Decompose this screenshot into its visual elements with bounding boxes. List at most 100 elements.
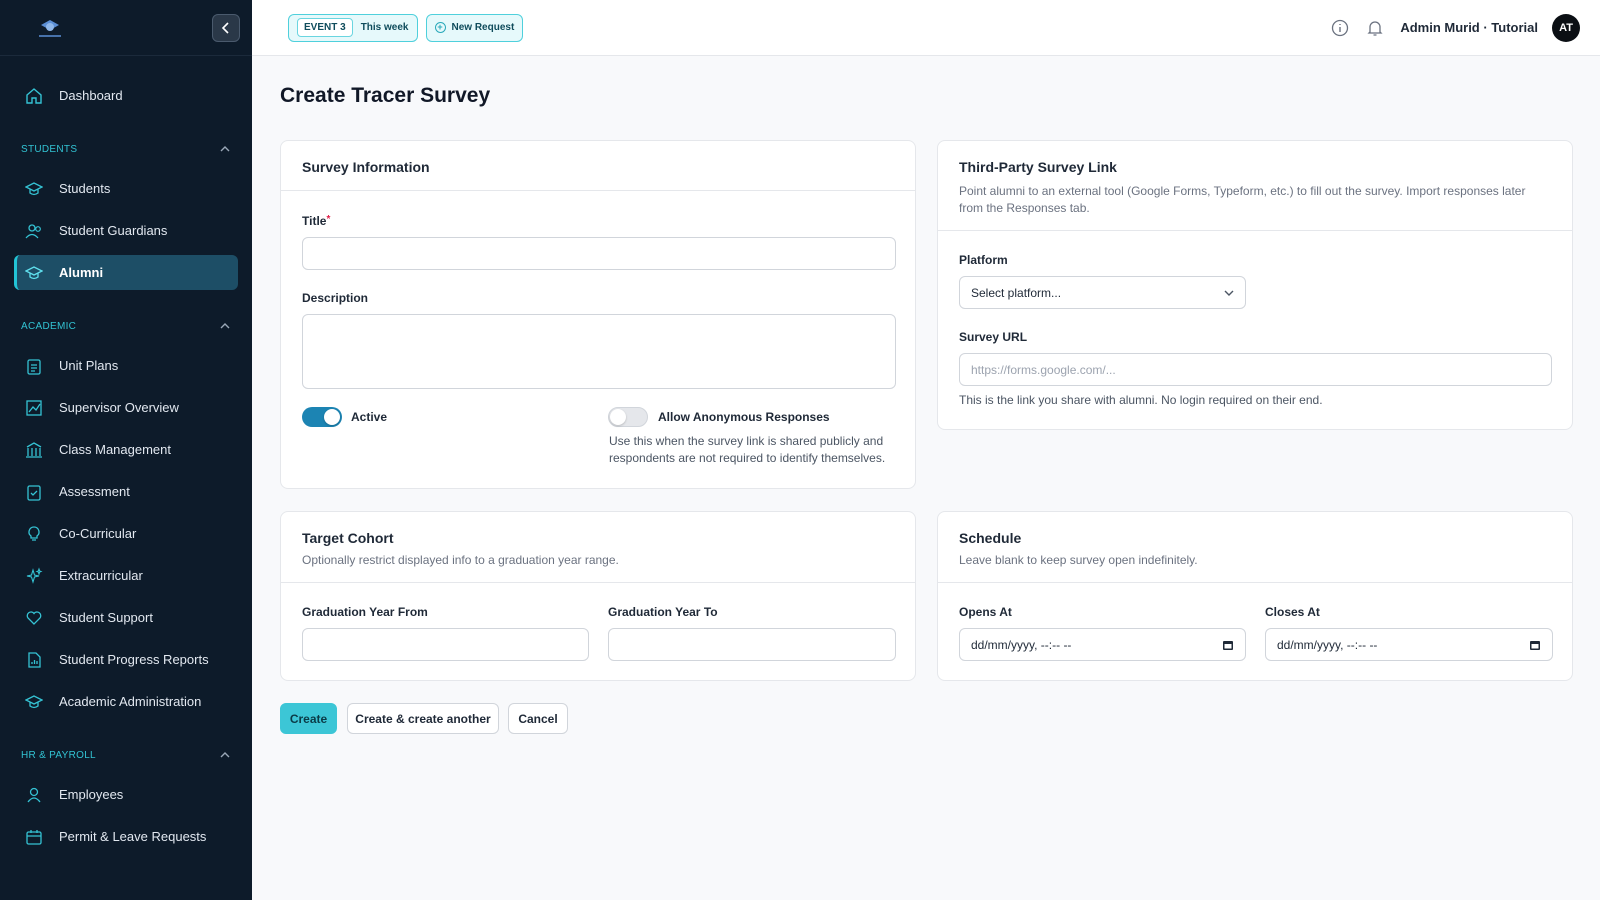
sidebar-item-label: Co-Curricular	[59, 526, 137, 541]
page-title: Create Tracer Survey	[280, 84, 491, 107]
section-title: ACADEMIC	[21, 320, 77, 332]
sidebar-header	[0, 0, 252, 56]
schedule-card: Schedule Leave blank to keep survey open…	[937, 511, 1573, 681]
graduation-cap-icon	[24, 263, 44, 283]
sidebar-item-supervisor-overview[interactable]: Supervisor Overview	[14, 390, 238, 425]
card-subtitle: Leave blank to keep survey open indefini…	[959, 553, 1198, 567]
title-input[interactable]	[302, 237, 896, 270]
toggle-knob	[324, 409, 340, 425]
bell-icon[interactable]	[1365, 18, 1385, 38]
sidebar-item-label: Students	[59, 181, 111, 196]
event-pill[interactable]: EVENT 3 This week	[288, 13, 418, 42]
new-request-button[interactable]: + New Request	[425, 13, 524, 42]
event-tag: EVENT 3	[297, 18, 353, 37]
sidebar-item-extracurricular[interactable]: Extracurricular	[14, 558, 238, 593]
chevron-up-icon	[220, 752, 230, 758]
info-icon[interactable]	[1330, 18, 1350, 38]
sidebar-item-unit-plans[interactable]: Unit Plans	[14, 348, 238, 383]
plus-circle-icon: +	[434, 22, 446, 33]
sidebar-item-alumni[interactable]: Alumni	[14, 255, 238, 290]
active-label: Active	[351, 410, 388, 424]
card-header: Target Cohort Optionally restrict displa…	[281, 512, 915, 583]
sidebar-item-label: Extracurricular	[59, 568, 143, 583]
toggle-knob	[610, 409, 626, 425]
section-title: STUDENTS	[21, 143, 78, 155]
anonymous-label: Allow Anonymous Responses	[658, 410, 830, 424]
target-cohort-card: Target Cohort Optionally restrict displa…	[280, 511, 916, 681]
card-header: Schedule Leave blank to keep survey open…	[938, 512, 1572, 583]
top-right-area: Admin Murid · Tutorial AT	[1330, 13, 1580, 42]
users-icon	[24, 221, 44, 241]
avatar[interactable]: AT	[1552, 13, 1580, 42]
chart-icon	[24, 398, 44, 418]
clipboard-check-icon	[24, 482, 44, 502]
platform-select-value: Select platform...	[971, 285, 1062, 300]
building-icon	[24, 440, 44, 460]
calendar-icon[interactable]	[1222, 639, 1234, 651]
sidebar-item-class-management[interactable]: Class Management	[14, 432, 238, 467]
survey-url-help: This is the link you share with alumni. …	[959, 393, 1323, 407]
card-header: Survey Information	[281, 141, 915, 191]
create-another-button[interactable]: Create & create another	[347, 703, 499, 734]
sidebar-item-assessment[interactable]: Assessment	[14, 474, 238, 509]
sidebar-item-employees[interactable]: Employees	[14, 777, 238, 812]
sidebar-item-student-progress-reports[interactable]: Student Progress Reports	[14, 642, 238, 677]
graduation-year-from-input[interactable]	[302, 628, 589, 661]
anonymous-help-text: Use this when the survey link is shared …	[609, 434, 886, 465]
sidebar-item-permit-leave-requests[interactable]: Permit & Leave Requests	[14, 819, 238, 854]
sidebar-nav: Dashboard STUDENTS Students Student Guar…	[0, 56, 252, 854]
user-name[interactable]: Admin Murid · Tutorial	[1400, 20, 1538, 35]
graduation-year-to-input[interactable]	[608, 628, 896, 661]
top-bar: EVENT 3 This week + New Request Admin Mu…	[252, 0, 1600, 56]
section-header-academic[interactable]: ACADEMIC	[21, 316, 230, 336]
sidebar-item-student-support[interactable]: Student Support	[14, 600, 238, 635]
sidebar-item-label: Academic Administration	[59, 694, 202, 709]
closes-at-input[interactable]: dd/mm/yyyy, --:-- --	[1265, 628, 1553, 661]
sidebar-item-academic-administration[interactable]: Academic Administration	[14, 684, 238, 719]
survey-information-card: Survey Information Title* Description Ac…	[280, 140, 916, 489]
sidebar-item-label: Student Progress Reports	[59, 652, 209, 667]
section-header-hr-payroll[interactable]: HR & PAYROLL	[21, 745, 230, 765]
sidebar-item-students[interactable]: Students	[14, 171, 238, 206]
title-label-text: Title	[302, 214, 327, 228]
cancel-button[interactable]: Cancel	[508, 703, 568, 734]
calendar-icon[interactable]	[1529, 639, 1541, 651]
description-textarea[interactable]	[302, 314, 896, 389]
anonymous-toggle[interactable]	[608, 407, 648, 427]
school-logo[interactable]	[30, 13, 70, 43]
opens-at-input[interactable]: dd/mm/yyyy, --:-- --	[959, 628, 1246, 661]
opens-at-value: dd/mm/yyyy, --:-- --	[971, 637, 1072, 652]
opens-at-label: Opens At	[959, 605, 1012, 619]
chevron-down-icon	[1224, 290, 1234, 296]
event-label: This week	[360, 22, 409, 33]
sidebar-item-label: Class Management	[59, 442, 171, 457]
sidebar-item-label: Supervisor Overview	[59, 400, 179, 415]
lightbulb-icon	[24, 524, 44, 544]
section-header-students[interactable]: STUDENTS	[21, 139, 230, 159]
card-title: Target Cohort	[302, 530, 394, 546]
card-subtitle: Point alumni to an external tool (Google…	[959, 184, 1526, 215]
chevron-up-icon	[220, 146, 230, 152]
card-title: Third-Party Survey Link	[959, 159, 1117, 175]
active-toggle[interactable]	[302, 407, 342, 427]
sidebar-item-student-guardians[interactable]: Student Guardians	[14, 213, 238, 248]
graduation-year-from-label: Graduation Year From	[302, 605, 428, 619]
survey-url-input[interactable]: https://forms.google.com/...	[959, 353, 1552, 386]
card-header: Third-Party Survey Link Point alumni to …	[938, 141, 1572, 231]
chevron-left-icon	[221, 21, 229, 34]
graduation-year-to-label: Graduation Year To	[608, 605, 718, 619]
platform-label: Platform	[959, 253, 1008, 267]
platform-select[interactable]: Select platform...	[959, 276, 1246, 309]
sidebar: Dashboard STUDENTS Students Student Guar…	[0, 0, 252, 900]
document-chart-icon	[24, 650, 44, 670]
sidebar-item-label: Permit & Leave Requests	[59, 829, 207, 844]
sidebar-item-co-curricular[interactable]: Co-Curricular	[14, 516, 238, 551]
create-button[interactable]: Create	[280, 703, 337, 734]
card-subtitle: Optionally restrict displayed info to a …	[302, 553, 619, 567]
sidebar-item-label: Dashboard	[59, 88, 123, 103]
sidebar-item-label: Assessment	[59, 484, 130, 499]
sidebar-item-dashboard[interactable]: Dashboard	[14, 78, 238, 113]
collapse-sidebar-button[interactable]	[212, 13, 240, 42]
survey-url-label: Survey URL	[959, 330, 1028, 344]
home-icon	[24, 86, 44, 106]
